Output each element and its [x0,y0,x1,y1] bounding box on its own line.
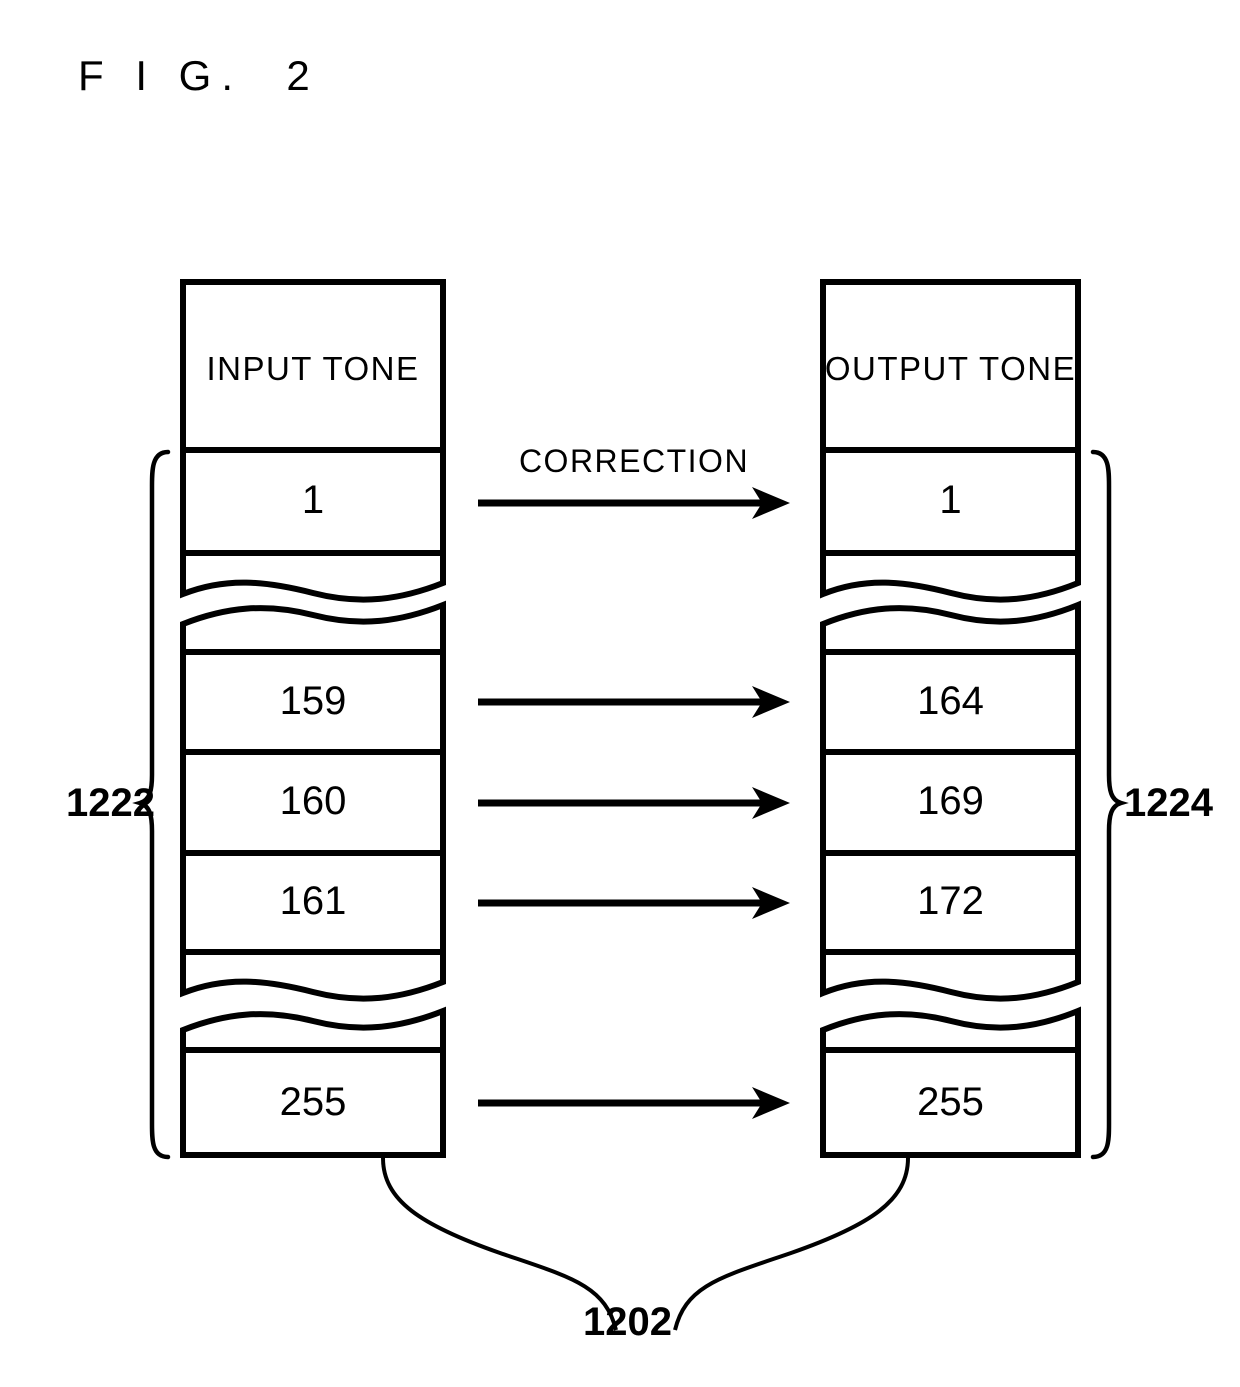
output-tone-header: OUTPUT TONE [824,350,1077,387]
figure-container: F I G. 2 INPUT TONE 1 159 160 161 255 OU… [0,0,1240,1387]
input-tone-header: INPUT TONE [206,350,420,387]
reference-numeral-1202: 1202 [583,1300,672,1344]
correction-arrow-label: CORRECTION [518,443,750,479]
input-tone-cell-159: 159 [279,679,347,723]
output-tone-cell-255: 255 [917,1080,984,1124]
input-tone-cell-255: 255 [279,1080,347,1124]
correction-arrow-1 [478,487,790,519]
output-tone-cell-172: 172 [917,879,984,923]
output-tone-cell-169: 169 [917,779,984,823]
output-range-brace [1090,449,1129,1160]
correction-arrows [478,487,790,1119]
input-tone-cell-160: 160 [279,779,347,823]
output-tone-cell-1: 1 [939,478,962,522]
reference-numeral-1224: 1224 [1124,781,1213,825]
correction-arrow-4 [478,887,790,919]
reference-numeral-1222: 1222 [66,781,155,825]
correction-arrow-3 [478,787,790,819]
correction-arrow-2 [478,686,790,718]
input-tone-cell-1: 1 [301,478,325,522]
output-tone-cell-164: 164 [917,679,984,723]
correction-arrow-5 [478,1087,790,1119]
input-tone-cell-161: 161 [279,879,347,923]
